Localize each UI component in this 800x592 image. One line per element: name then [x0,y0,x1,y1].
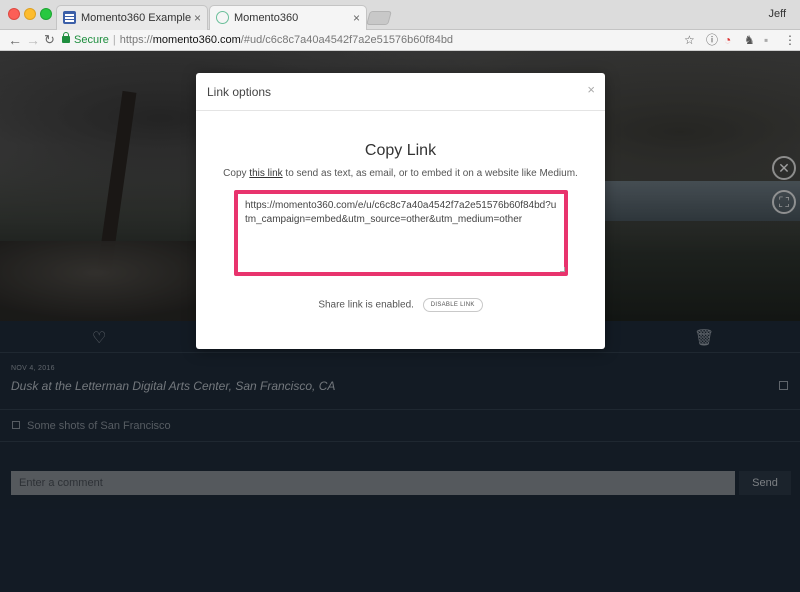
share-status-row: Share link is enabled. DISABLE LINK [196,298,605,312]
share-link-textarea[interactable]: https://momento360.com/e/u/c6c8c7a40a454… [234,190,568,276]
extension-icon[interactable]: ◔ [724,33,731,47]
copy-link-description: Copy this link to send as text, as email… [196,168,605,179]
info-icon[interactable]: ⓘ [706,33,718,47]
window-zoom-button[interactable] [40,8,52,20]
desc-after: to send as text, as email, or to embed i… [282,168,578,179]
resize-handle-icon[interactable] [560,267,565,272]
url-host: momento360.com [152,34,241,46]
tab-title: Momento360 [234,12,299,24]
url-path: /#ud/c6c8c7a40a4542f7a2e51576b60f84bd [240,34,454,46]
tab-momento360-examples[interactable]: Momento360 Examples: Goog × [56,5,208,30]
close-icon[interactable]: × [587,82,595,97]
back-arrow-icon[interactable]: ← [8,32,22,48]
secure-label: Secure [74,34,109,46]
evernote-icon[interactable]: ♞ [744,33,755,47]
menu-dots-icon[interactable]: ⋮ [784,33,796,47]
modal-title: Link options [207,85,272,99]
window-minimize-button[interactable] [24,8,36,20]
tab-close-icon[interactable]: × [353,11,360,25]
google-sheets-icon [63,11,76,24]
forward-arrow-icon[interactable]: → [26,32,40,48]
copy-link-heading: Copy Link [364,142,437,159]
this-link[interactable]: this link [249,168,282,179]
profile-name[interactable]: Jeff [768,8,786,20]
tab-title: Momento360 Examples: Goog [81,12,191,24]
url-field[interactable]: Secure | https://momento360.com/#ud/c6c8c7… [62,31,702,49]
address-bar-row: ← → ↻ Secure | https://momento360.com/#ud/… [0,30,800,51]
extension-gray-icon[interactable]: ▪ [764,33,768,47]
modal-header: Link options × [196,73,605,111]
tab-momento360[interactable]: Momento360 × [209,5,367,31]
share-status: Share link is enabled. [318,299,414,311]
new-tab-button[interactable] [366,11,392,25]
window-close-button[interactable] [8,8,20,20]
bookmark-star-icon[interactable]: ☆ [684,33,695,47]
momento360-icon [216,11,229,24]
disable-link-button[interactable]: DISABLE LINK [422,298,483,312]
link-options-modal: Link options × Copy Link Copy this link … [196,73,605,349]
tab-close-icon[interactable]: × [194,11,201,25]
browser-tab-bar: Momento360 Examples: Goog × Momento360 ×… [0,0,800,31]
lock-icon [62,32,70,43]
desc-before: Copy [223,168,250,179]
reload-icon[interactable]: ↻ [44,32,55,48]
url-scheme: https:// [119,34,153,46]
